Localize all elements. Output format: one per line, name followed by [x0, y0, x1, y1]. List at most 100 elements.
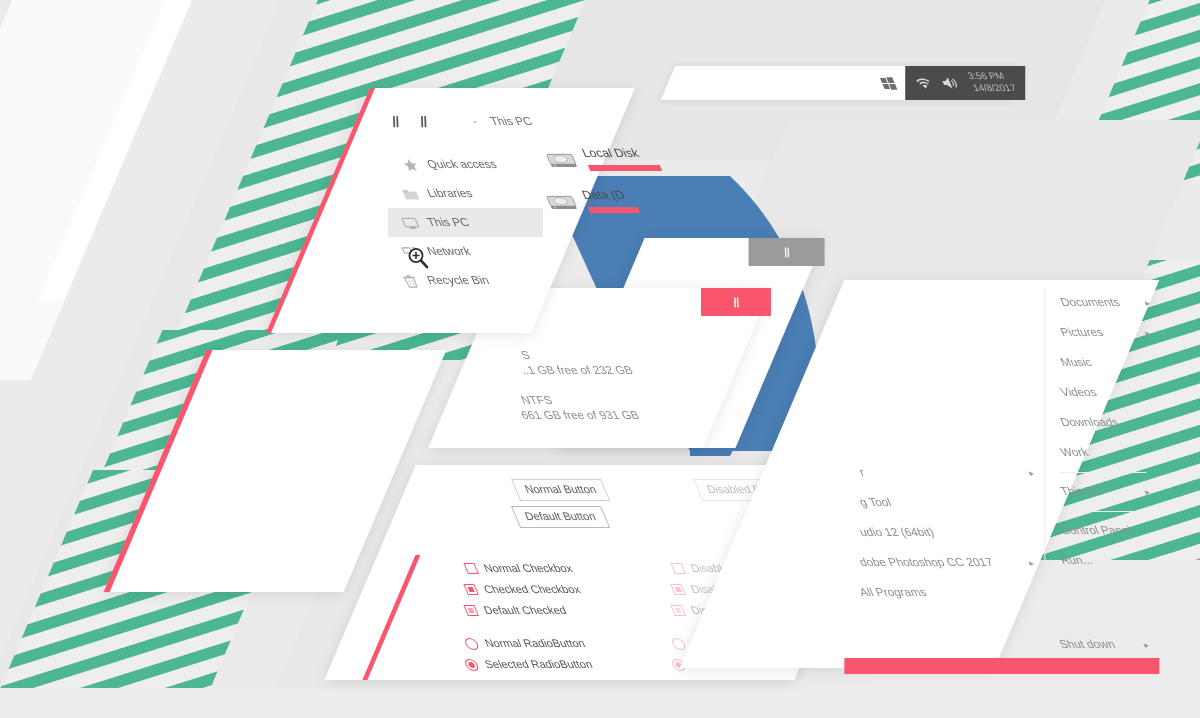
explorer-title: This PC [487, 116, 534, 128]
start-menu-program-item[interactable]: dobe Photoshop CC 2017 ▸ [844, 548, 1044, 578]
start-menu-place-pictures[interactable]: Pictures ▸ [1045, 318, 1160, 348]
chevron-right-icon: ▸ [1143, 327, 1153, 338]
sidebar-item-label: Recycle Bin [425, 274, 492, 287]
radio-disabled [670, 637, 688, 650]
checkbox-disabled-checked [670, 584, 686, 595]
clock-date: 14/8/2017 [971, 83, 1019, 94]
grey-tab-glyph: // [780, 244, 793, 260]
start-menu-control-panel[interactable]: Control Panel [1045, 516, 1160, 546]
sidebar-item-quick-access[interactable]: Quick access [388, 150, 528, 179]
windows-logo-icon [879, 76, 897, 90]
chevron-right-icon: ▸ [1027, 557, 1037, 568]
drive-name: Local Disk [579, 146, 641, 160]
shutdown-label: Shut down [1057, 639, 1118, 651]
explorer-titlebar: // // - This PC [388, 110, 622, 134]
grey-window-tab[interactable]: // [748, 238, 825, 266]
program-label: dobe Photoshop CC 2017 [857, 557, 996, 569]
place-label: Videos [1058, 387, 1099, 399]
start-menu-shutdown[interactable]: Shut down ▸ [1044, 632, 1159, 658]
hard-drive-icon [546, 195, 577, 209]
properties-line: ..1 GB free of 232 GB [519, 365, 636, 377]
explorer-sidebar: Quick access Libraries This PC Network R… [387, 150, 543, 295]
controls-accent-bar [362, 555, 421, 680]
hard-drive-icon [546, 153, 577, 167]
start-menu-this-pc[interactable]: This PC ▸ [1045, 477, 1160, 507]
radio-row[interactable]: Selected RadioButton [463, 654, 595, 675]
star-icon [399, 157, 422, 173]
start-button[interactable] [871, 66, 905, 100]
sidebar-item-this-pc[interactable]: This PC [387, 208, 543, 237]
sidebar-item-label: Libraries [425, 187, 475, 200]
drive-item[interactable]: Local Disk [546, 146, 668, 186]
properties-line: 661 GB free of 931 GB [519, 410, 642, 422]
start-menu-place-work[interactable]: Work [1045, 438, 1160, 468]
chevron-right-icon: ▸ [1143, 486, 1153, 497]
sidebar-item-label: This PC [425, 216, 472, 229]
start-menu-program-item[interactable]: g Tool [844, 488, 1044, 518]
checkbox-column-left: Normal Checkbox Checked Checkbox Default… [463, 558, 595, 675]
chevron-right-icon: ▸ [1027, 467, 1037, 478]
monitor-icon [399, 215, 422, 231]
taskbar[interactable]: 3:56 PM 14/8/2017 [660, 66, 1026, 100]
chevron-right-icon: ▸ [1142, 639, 1152, 650]
place-label: This PC [1058, 486, 1105, 498]
place-label: Documents [1058, 297, 1123, 309]
nav-forward-icon[interactable]: // [417, 114, 431, 131]
wifi-icon[interactable] [912, 76, 935, 90]
checkbox-default-checked[interactable] [463, 605, 479, 616]
start-menu-all-programs[interactable]: All Programs [844, 578, 1044, 608]
radio-normal[interactable] [463, 637, 481, 650]
place-label: Control Panel [1058, 525, 1134, 537]
checkbox-row[interactable]: Checked Checkbox [463, 579, 592, 600]
checkbox-row[interactable]: Default Checked [463, 600, 592, 621]
explorer-drive-list: Local Disk Data (D [546, 146, 668, 230]
checkbox-checked[interactable] [463, 584, 479, 595]
properties-tab-glyph: // [730, 294, 742, 310]
properties-line: NTFS [519, 395, 555, 407]
start-menu-run[interactable]: Run... [1045, 546, 1160, 576]
program-label: r [857, 467, 867, 479]
checkbox-label: Default Checked [482, 604, 569, 617]
drive-text: Local Disk [580, 146, 663, 171]
drive-usage-bar [587, 207, 641, 213]
button-row-normal: Normal Button [510, 479, 611, 501]
sidebar-item-libraries[interactable]: Libraries [388, 179, 528, 208]
start-menu-place-documents[interactable]: Documents ▸ [1045, 288, 1160, 318]
nav-back-icon[interactable]: // [388, 114, 402, 131]
explorer-separator: - [470, 116, 480, 128]
place-label: Run... [1058, 555, 1095, 567]
program-label: udio 12 (64bit) [857, 527, 937, 539]
system-tray[interactable]: 3:56 PM 14/8/2017 [905, 66, 1026, 100]
speaker-icon[interactable] [939, 76, 962, 90]
radio-selected[interactable] [463, 658, 481, 671]
default-button[interactable]: Default Button [510, 506, 611, 528]
clock-time: 3:56 PM [966, 71, 1007, 82]
start-menu-program-item[interactable]: udio 12 (64bit) [844, 518, 1044, 548]
tray-clock[interactable]: 3:56 PM 14/8/2017 [966, 71, 1018, 95]
radio-label: Selected RadioButton [483, 658, 595, 671]
menu-divider [1059, 472, 1147, 473]
normal-button[interactable]: Normal Button [510, 479, 611, 501]
desktop-stage: 3:56 PM 14/8/2017 // // S ..1 GB free of… [0, 0, 1200, 718]
start-menu-place-videos[interactable]: Videos [1045, 378, 1160, 408]
radio-row[interactable]: Normal RadioButton [463, 633, 592, 654]
checkbox-normal[interactable] [463, 563, 479, 574]
button-row-default: Default Button [510, 506, 611, 528]
folder-icon [399, 186, 422, 202]
properties-tab[interactable]: // [700, 288, 771, 316]
sidebar-item-label: Network [425, 245, 473, 258]
drive-usage-bar [587, 165, 663, 171]
checkbox-disabled-default [670, 605, 686, 616]
start-menu-program-item[interactable]: r ▸ [844, 458, 1044, 488]
bg-bottom-strip [0, 688, 1200, 718]
properties-body: S ..1 GB free of 232 GB NTFS 661 GB free… [519, 350, 642, 425]
checkbox-disabled [670, 563, 686, 574]
start-menu-programs: r ▸ g Tool udio 12 (64bit) dobe Photosho… [844, 280, 1044, 668]
start-menu-place-music[interactable]: Music [1045, 348, 1160, 378]
start-menu-accent-bar [844, 658, 1160, 674]
program-label: All Programs [857, 587, 929, 599]
start-menu-place-downloads[interactable]: Downloads [1045, 408, 1160, 438]
drive-item[interactable]: Data (D [546, 188, 668, 228]
checkbox-label: Checked Checkbox [482, 583, 583, 596]
checkbox-row[interactable]: Normal Checkbox [463, 558, 592, 579]
